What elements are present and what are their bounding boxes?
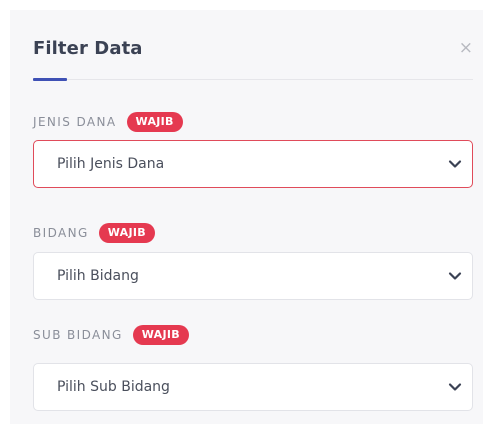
bidang-select[interactable]: Pilih Bidang [33, 252, 473, 300]
chevron-down-icon [448, 160, 462, 168]
jenis-dana-select[interactable]: Pilih Jenis Dana [33, 140, 473, 188]
panel-header: Filter Data × [33, 10, 473, 81]
field-label-bidang: BIDANG WAJIB [33, 222, 155, 244]
filter-panel: Filter Data × JENIS DANA WAJIB Pilih Jen… [10, 10, 483, 424]
panel-title: Filter Data [33, 38, 143, 59]
close-icon[interactable]: × [459, 40, 473, 57]
chevron-down-icon [448, 272, 462, 280]
required-badge: WAJIB [98, 223, 155, 243]
required-badge: WAJIB [132, 325, 189, 345]
field-label-sub-bidang: SUB BIDANG WAJIB [33, 324, 189, 346]
select-value: Pilih Sub Bidang [57, 379, 170, 395]
field-label-jenis-dana: JENIS DANA WAJIB [33, 111, 183, 133]
chevron-down-icon [448, 383, 462, 391]
field-label-text: BIDANG [33, 226, 89, 240]
select-value: Pilih Jenis Dana [57, 156, 165, 172]
sub-bidang-select[interactable]: Pilih Sub Bidang [33, 363, 473, 411]
select-value: Pilih Bidang [57, 268, 139, 284]
title-underline [33, 78, 67, 81]
field-label-text: SUB BIDANG [33, 328, 123, 342]
field-label-text: JENIS DANA [33, 115, 117, 129]
required-badge: WAJIB [126, 112, 183, 132]
